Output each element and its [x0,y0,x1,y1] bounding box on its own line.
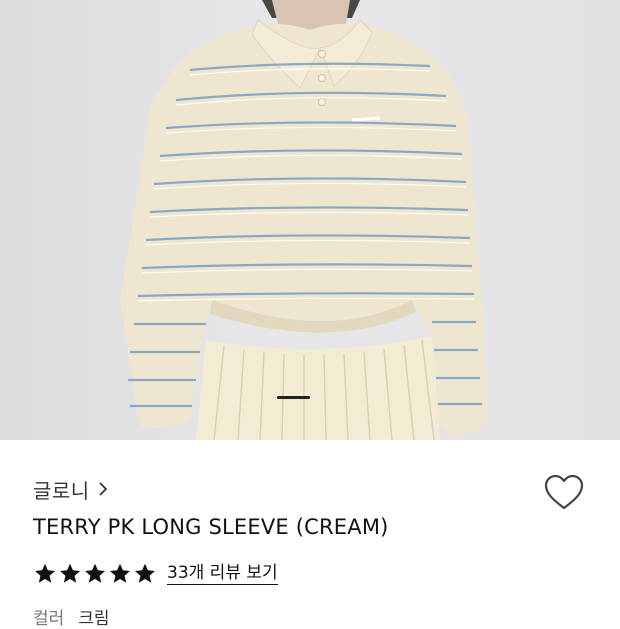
product-title: TERRY PK LONG SLEEVE (CREAM) [33,515,389,539]
product-image-gallery[interactable] [0,0,620,440]
star-icon [135,563,155,583]
star-icon [60,563,80,583]
star-icon [35,563,55,583]
star-icon [110,563,130,583]
option-value: 크림 [78,609,110,629]
heart-icon[interactable] [544,474,584,512]
brand-link[interactable]: 글로니 [33,474,108,504]
product-photo [120,0,488,440]
option-label: 컬러 [33,609,65,629]
gallery-pager-indicator [277,396,310,399]
star-icon [85,563,105,583]
option-row: 컬러 크림 [33,604,110,629]
rating-stars [33,562,157,586]
review-link[interactable]: 33개 리뷰 보기 [167,563,278,585]
brand-name: 글로니 [33,478,90,503]
rating-row: 33개 리뷰 보기 [33,560,278,588]
chevron-right-icon [99,482,107,496]
